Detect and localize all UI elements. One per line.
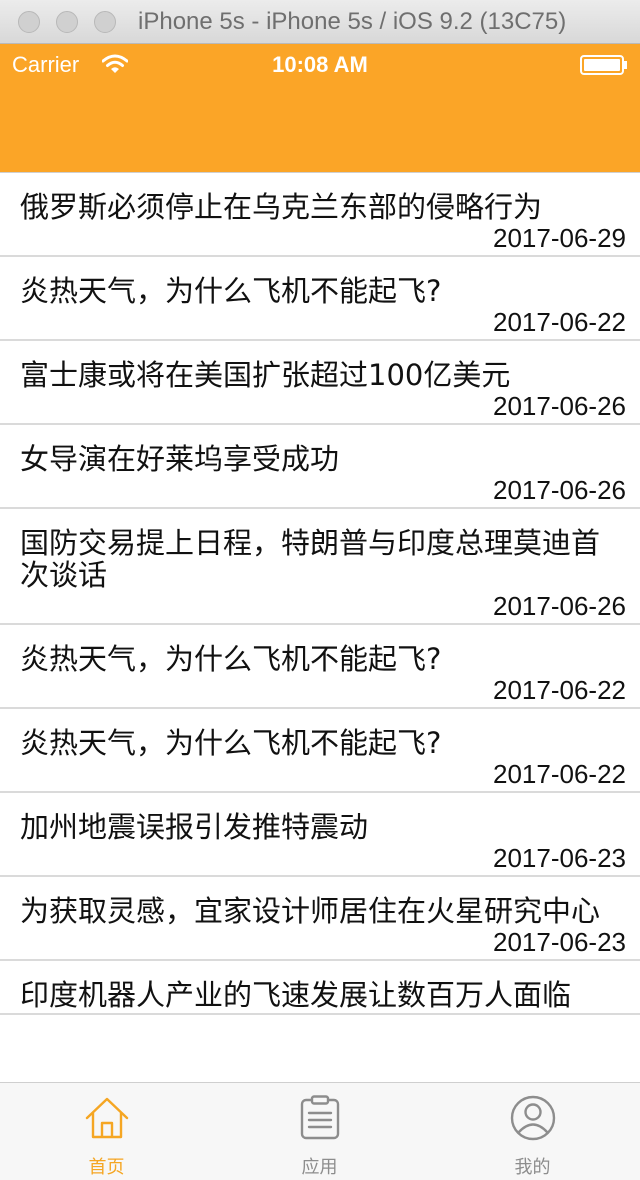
simulator-titlebar: iPhone 5s - iPhone 5s / iOS 9.2 (13C75) xyxy=(0,0,640,44)
simulator-title: iPhone 5s - iPhone 5s / iOS 9.2 (13C75) xyxy=(138,8,567,35)
news-item[interactable]: 炎热天气，为什么飞机不能起飞? 2017-06-22 xyxy=(0,257,640,341)
news-title: 富士康或将在美国扩张超过100亿美元 xyxy=(20,358,511,392)
news-item[interactable]: 炎热天气，为什么飞机不能起飞? 2017-06-22 xyxy=(0,625,640,709)
tab-bar: 首页 应用 我的 xyxy=(0,1082,640,1180)
news-item[interactable]: 女导演在好莱坞享受成功 2017-06-26 xyxy=(0,425,640,509)
news-date: 2017-06-22 xyxy=(493,759,626,789)
tab-apps-label: 应用 xyxy=(301,1157,338,1178)
minimize-window-button[interactable] xyxy=(56,11,78,33)
news-item[interactable]: 印度机器人产业的飞速发展让数百万人面临 xyxy=(0,961,640,1015)
clipboard-icon xyxy=(300,1095,340,1140)
status-time: 10:08 AM xyxy=(272,52,368,77)
tab-home-label: 首页 xyxy=(88,1157,125,1178)
news-date: 2017-06-29 xyxy=(493,223,626,253)
news-title: 印度机器人产业的飞速发展让数百万人面临 xyxy=(20,978,572,1012)
tab-apps[interactable]: 应用 xyxy=(213,1083,426,1180)
tab-home[interactable]: 首页 xyxy=(0,1083,213,1180)
news-title: 炎热天气，为什么飞机不能起飞? xyxy=(20,274,442,308)
news-item[interactable]: 俄罗斯必须停止在乌克兰东部的侵略行为 2017-06-29 xyxy=(0,173,640,257)
news-date: 2017-06-26 xyxy=(493,591,626,621)
news-item[interactable]: 炎热天气，为什么飞机不能起飞? 2017-06-22 xyxy=(0,709,640,793)
news-date: 2017-06-22 xyxy=(493,675,626,705)
tab-mine[interactable]: 我的 xyxy=(426,1083,639,1180)
news-list[interactable]: 俄罗斯必须停止在乌克兰东部的侵略行为 2017-06-29 炎热天气，为什么飞机… xyxy=(0,172,640,1082)
news-item[interactable]: 加州地震误报引发推特震动 2017-06-23 xyxy=(0,793,640,877)
home-icon xyxy=(85,1097,129,1139)
tab-mine-label: 我的 xyxy=(514,1157,551,1178)
news-title: 俄罗斯必须停止在乌克兰东部的侵略行为 xyxy=(20,190,543,224)
news-date: 2017-06-23 xyxy=(493,843,626,873)
zoom-window-button[interactable] xyxy=(94,11,116,33)
news-title: 为获取灵感，宜家设计师居住在火星研究中心 xyxy=(20,894,601,928)
news-item[interactable]: 国防交易提上日程，特朗普与印度总理莫迪首次谈话 2017-06-26 xyxy=(0,509,640,625)
news-title: 炎热天气，为什么飞机不能起飞? xyxy=(20,642,442,676)
news-date: 2017-06-23 xyxy=(493,927,626,957)
news-date: 2017-06-26 xyxy=(493,475,626,505)
user-icon xyxy=(510,1095,556,1141)
news-item[interactable]: 富士康或将在美国扩张超过100亿美元 2017-06-26 xyxy=(0,341,640,425)
battery-icon xyxy=(580,55,627,75)
news-title: 加州地震误报引发推特震动 xyxy=(20,810,369,844)
close-window-button[interactable] xyxy=(18,11,40,33)
news-date: 2017-06-26 xyxy=(493,391,626,421)
simulator-window: iPhone 5s - iPhone 5s / iOS 9.2 (13C75) … xyxy=(0,0,640,1180)
news-item[interactable]: 为获取灵感，宜家设计师居住在火星研究中心 2017-06-23 xyxy=(0,877,640,961)
news-title: 女导演在好莱坞享受成功 xyxy=(20,442,340,476)
news-title: 炎热天气，为什么飞机不能起飞? xyxy=(20,726,442,760)
news-date: 2017-06-22 xyxy=(493,307,626,337)
news-title: 国防交易提上日程，特朗普与印度总理莫迪首次谈话 xyxy=(20,526,601,592)
